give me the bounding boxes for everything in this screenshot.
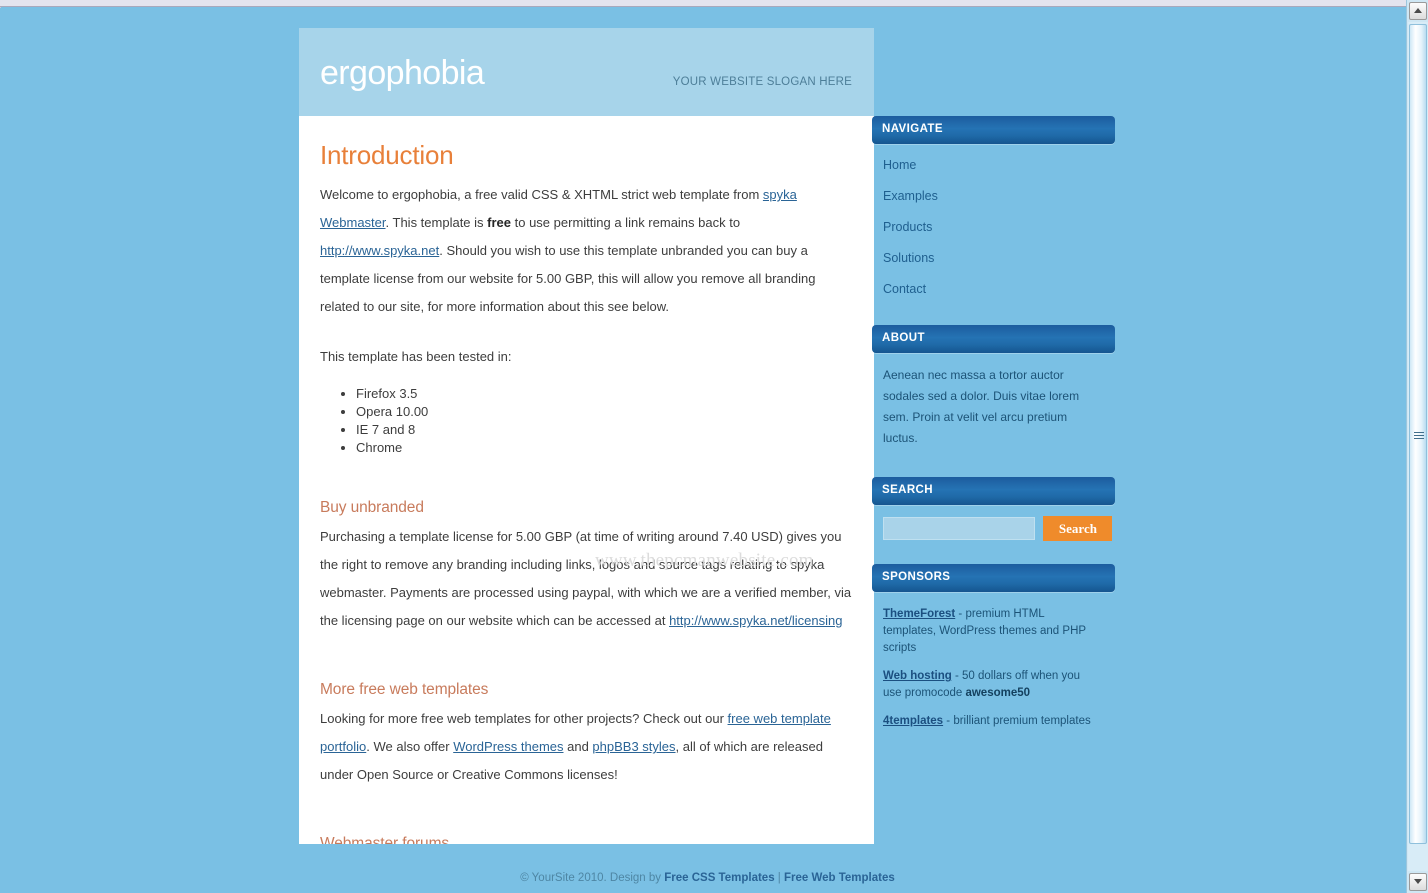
scrollbar-grip-icon [1414, 432, 1424, 441]
sidebar-item-products[interactable]: Products [883, 218, 1094, 249]
page-title: Introduction [320, 140, 454, 170]
search-button[interactable]: Search [1043, 516, 1113, 541]
scrollbar-thumb[interactable] [1409, 24, 1427, 844]
list-item: Firefox 3.5 [356, 385, 852, 403]
list-item: Opera 10.00 [356, 403, 852, 421]
sponsor-item: ThemeForest - premium HTML templates, Wo… [883, 606, 1094, 668]
browser-top-chrome-strip [0, 0, 1428, 7]
sidebar-block-navigate: NAVIGATE Home Examples Products Solution… [872, 116, 1122, 311]
link-spyka-net[interactable]: http://www.spyka.net [320, 243, 439, 258]
sidebar-item-label[interactable]: Products [883, 220, 932, 234]
scroll-up-button[interactable] [1409, 2, 1427, 20]
templates-text-1: Looking for more free web templates for … [320, 711, 728, 727]
footer-copyright: © YourSite 2010. Design by [520, 872, 665, 884]
templates-text-2: . We also offer [366, 739, 454, 755]
link-themeforest[interactable]: ThemeForest [883, 608, 955, 620]
sidebar-block-about: ABOUT Aenean nec massa a tortor auctor s… [872, 325, 1122, 457]
link-4templates[interactable]: 4templates [883, 715, 943, 727]
search-row: Search [872, 505, 1122, 541]
link-wordpress-themes[interactable]: WordPress themes [453, 739, 563, 754]
list-item: Chrome [356, 439, 852, 457]
page-body: ergophobia YOUR WEBSITE SLOGAN HERE Intr… [0, 8, 1406, 893]
site-footer: © YourSite 2010. Design by Free CSS Temp… [299, 870, 1116, 886]
site-slogan: YOUR WEBSITE SLOGAN HERE [672, 76, 852, 88]
sidebar-heading-label: NAVIGATE [882, 123, 943, 135]
search-input[interactable] [883, 517, 1035, 540]
sidebar-item-contact[interactable]: Contact [883, 280, 1094, 311]
sponsor-item: 4templates - brilliant premium templates [883, 713, 1094, 741]
browser-viewport: ergophobia YOUR WEBSITE SLOGAN HERE Intr… [0, 0, 1428, 893]
link-free-web-templates[interactable]: Free Web Templates [784, 872, 895, 884]
buy-unbranded-paragraph: Purchasing a template license for 5.00 G… [320, 523, 852, 645]
sidebar-item-label[interactable]: Contact [883, 282, 926, 296]
chevron-up-icon [1414, 8, 1422, 13]
main-content-inner: Introduction Welcome to ergophobia, a fr… [320, 116, 852, 844]
link-phpbb3-styles[interactable]: phpBB3 styles [592, 739, 675, 754]
sidebar-item-examples[interactable]: Examples [883, 187, 1094, 218]
sidebar-heading-label: SPONSORS [882, 571, 951, 583]
intro-text-1: Welcome to ergophobia, a free valid CSS … [320, 187, 763, 203]
sidebar-item-solutions[interactable]: Solutions [883, 249, 1094, 280]
scroll-down-button[interactable] [1409, 873, 1427, 891]
list-item: IE 7 and 8 [356, 421, 852, 439]
vertical-scrollbar[interactable] [1406, 0, 1428, 893]
sponsor-text: - brilliant premium templates [943, 715, 1091, 727]
main-content: Introduction Welcome to ergophobia, a fr… [299, 116, 874, 844]
intro-text-3: to use permitting a link remains back to [511, 215, 741, 231]
sidebar-block-search: SEARCH Search [872, 477, 1122, 541]
about-text: Aenean nec massa a tortor auctor sodales… [883, 368, 1080, 445]
sidebar-body-navigate: Home Examples Products Solutions Contact [872, 144, 1104, 311]
watermark: www.thepcmanwebsite.com [595, 550, 814, 571]
link-spyka-licensing[interactable]: http://www.spyka.net/licensing [669, 613, 842, 628]
chevron-down-icon [1414, 879, 1422, 884]
footer-text: © YourSite 2010. Design by Free CSS Temp… [299, 870, 1116, 886]
section-title-buy-unbranded: Buy unbranded [320, 499, 424, 517]
sidebar-item-label[interactable]: Examples [883, 189, 938, 203]
intro-bold-free: free [487, 215, 512, 231]
intro-text-2: . This template is [385, 215, 488, 231]
site-logo[interactable]: ergophobia [320, 56, 485, 90]
sidebar-heading-label: SEARCH [882, 484, 933, 496]
nav-list: Home Examples Products Solutions Contact [883, 156, 1094, 311]
sidebar-item-label[interactable]: Solutions [883, 251, 934, 265]
tested-in-label: This template has been tested in: [320, 349, 512, 365]
site-header: ergophobia YOUR WEBSITE SLOGAN HERE [299, 28, 874, 116]
link-web-hosting[interactable]: Web hosting [883, 670, 952, 682]
sidebar-item-label[interactable]: Home [883, 158, 916, 172]
link-free-css-templates[interactable]: Free CSS Templates [664, 872, 774, 884]
sponsor-promocode: awesome50 [965, 687, 1031, 699]
intro-paragraph: Welcome to ergophobia, a free valid CSS … [320, 181, 852, 331]
browser-list: Firefox 3.5 Opera 10.00 IE 7 and 8 Chrom… [320, 381, 852, 463]
footer-separator: | [774, 872, 784, 884]
sidebar-block-sponsors: SPONSORS ThemeForest - premium HTML temp… [872, 564, 1122, 741]
sidebar-body-about: Aenean nec massa a tortor auctor sodales… [872, 353, 1104, 457]
sidebar-heading-label: ABOUT [882, 332, 925, 344]
sidebar-heading-navigate: NAVIGATE [872, 116, 1115, 144]
sidebar-item-home[interactable]: Home [883, 156, 1094, 187]
sidebar-heading-sponsors: SPONSORS [872, 564, 1115, 592]
section-title-webmaster-forums: Webmaster forums [320, 835, 450, 844]
sponsor-item: Web hosting - 50 dollars off when you us… [883, 668, 1094, 713]
sidebar: NAVIGATE Home Examples Products Solution… [872, 116, 1122, 741]
templates-text-3: and [563, 739, 593, 755]
more-templates-paragraph: Looking for more free web templates for … [320, 705, 852, 799]
sidebar-heading-search: SEARCH [872, 477, 1115, 505]
sidebar-body-sponsors: ThemeForest - premium HTML templates, Wo… [872, 592, 1104, 741]
sidebar-heading-about: ABOUT [872, 325, 1115, 353]
section-title-more-templates: More free web templates [320, 681, 489, 699]
